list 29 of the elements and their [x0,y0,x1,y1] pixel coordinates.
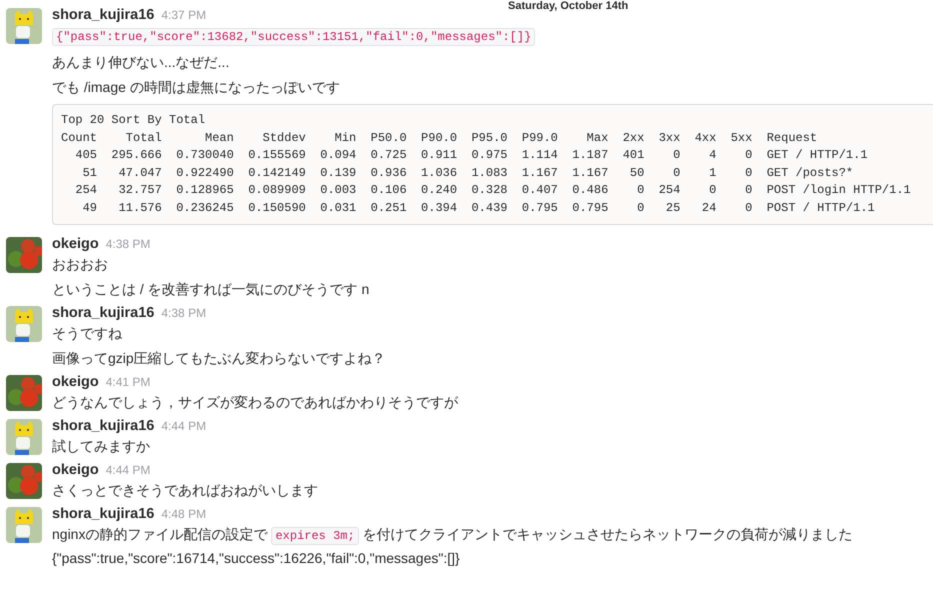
code-block: Top 20 Sort By Total Count Total Mean Stddev Min P50.0 P90.0 P95.0 P99.0 Max 2xx 3xx 4xx 5xx Request 405 295.666 0.730040 0.155569 0.094 0.725 0.911 0.975 1.114 1.187 401 0 4 0 GET / HTTP/1.1 51 47.047 0.922490 0.142149 0.139 0.936 1.036 1.083 1.167 1.167 50 0 1 0 GET /posts?* 254 32.757 0.128965 0.089909 0.003 0.106 0.240 0.328 0.407 0.486 0 254 0 0 POST /login HTTP/1.1 49 11.576 0.236245 0.150590 0.031 0.251 0.394 0.439 0.795 0.795 0 25 24 0 POST / HTTP/1.1 [52,104,933,225]
message-text: でも /image の時間は虚無になったっぽいです [52,79,340,95]
tomato-avatar-drawing [6,375,42,411]
author-name[interactable]: shora_kujira16 [52,6,154,24]
author-name[interactable]: okeigo [52,235,99,253]
author-name[interactable]: okeigo [52,461,99,479]
message-text: 画像ってgzip圧縮してもたぶん変わらないですよね？ [52,350,386,366]
inline-code: {"pass":true,"score":13682,"success":13151,"fail":0,"messages":[]} [52,28,536,46]
author-name[interactable]: shora_kujira16 [52,304,154,322]
cat-avatar-drawing [6,8,42,44]
message-text: あんまり伸びない...なぜだ... [52,54,230,70]
author-name[interactable]: shora_kujira16 [52,505,154,523]
message-text: おおおお [52,256,108,272]
message-text: 試してみますか [52,438,150,454]
cat-avatar-drawing [6,507,42,543]
message-text: ということは / を改善すれば一気にのびそうです n [52,281,370,297]
message-text: そうですね [52,325,122,341]
cat-avatar-drawing [6,306,42,342]
cat-avatar-drawing [6,419,42,455]
tomato-avatar-drawing [6,237,42,273]
inline-code: expires 3m; [271,527,359,545]
message-text: さくっとできそうであればおねがいします [52,482,318,498]
message-text: を付けてクライアントでキャッシュさせたらネットワークの負荷が減りました [362,526,853,542]
message-text: どうなんでしょう，サイズが変わるのであればかわりそうですが [52,394,458,410]
message-text: {"pass":true,"score":16714,"success":16226,"fail":0,"messages":[]} [52,550,460,566]
author-name[interactable]: okeigo [52,373,99,391]
tomato-avatar-drawing [6,463,42,499]
message-text: nginxの静的ファイル配信の設定で [52,526,268,542]
author-name[interactable]: shora_kujira16 [52,417,154,435]
